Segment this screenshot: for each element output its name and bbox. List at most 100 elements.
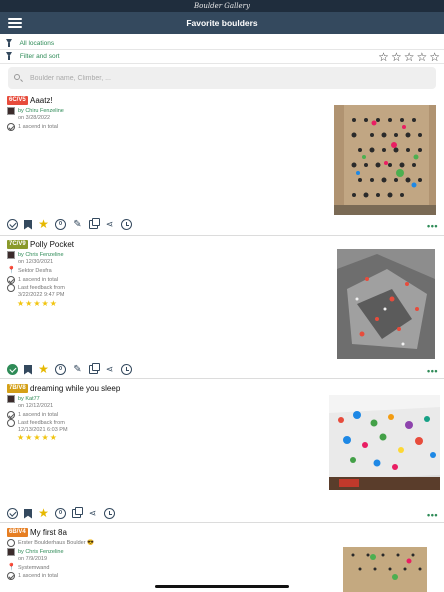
sector-row: 📍 Sektor Desfra (7, 267, 52, 276)
avatar (7, 107, 15, 115)
action-bar: ★ 0 ⋖ (7, 507, 115, 519)
grade-badge: 7B/V8 (7, 384, 28, 393)
boulder-photo[interactable] (343, 547, 427, 592)
set-date-text: on 3/28/2022 (18, 115, 51, 121)
share-icon[interactable]: ⋖ (87, 508, 98, 519)
boulder-name: Polly Pocket (30, 240, 75, 249)
wall-image (329, 395, 440, 490)
comment-count: 0 (58, 510, 63, 516)
boulder-name: My first 8a (30, 528, 67, 537)
boulder-photo[interactable] (334, 105, 436, 215)
history-icon[interactable] (104, 508, 115, 519)
set-date: on 3/28/2022 (18, 114, 50, 123)
app-bar: Favorite boulders (0, 12, 444, 34)
boulder-card[interactable]: 6C/V5 Aaatz! by Chiru Fenzeline on 3/28/… (0, 93, 444, 236)
more-dots-icon[interactable]: ••• (427, 510, 438, 520)
filter-icon (6, 52, 12, 60)
checkmark-circle-icon[interactable] (7, 219, 18, 230)
action-bar: ★ 0 ✎ ⋖ (7, 363, 132, 375)
divider (0, 235, 444, 236)
ascents-text: 1 ascend in total (18, 124, 59, 130)
boulder-card[interactable]: 7C/V9 Polly Pocket by Chris Fenzeline on… (0, 237, 444, 379)
more-dots-icon[interactable]: ••• (427, 366, 438, 376)
checkmark-circle-icon[interactable] (7, 364, 18, 375)
pencil-icon[interactable]: ✎ (72, 364, 83, 375)
note-row: Erster Boulderhaus Boulder 😎 (7, 539, 94, 548)
boulder-card[interactable]: 7B/V8 dreaming while you sleep by Kat77 … (0, 381, 444, 523)
filter-sort-label: Filter and sort (19, 53, 60, 60)
pencil-icon[interactable]: ✎ (72, 219, 83, 230)
star-outline-icon[interactable]: ☆ (378, 51, 389, 63)
divider (0, 378, 444, 379)
star-outline-icon[interactable]: ☆ (391, 51, 402, 63)
wall-image (337, 249, 435, 359)
info-icon (7, 539, 15, 547)
action-bar: ★ 0 ✎ ⋖ (7, 218, 132, 230)
star-outline-icon[interactable]: ☆ (404, 51, 415, 63)
star-icon: ★ (49, 299, 57, 308)
filter-sort[interactable]: Filter and sort (6, 51, 60, 63)
star-outline-icon[interactable]: ☆ (429, 51, 440, 63)
star-icon: ★ (17, 433, 25, 442)
rating-stars: ★ ★ ★ ★ ★ (17, 300, 57, 308)
comment-icon[interactable]: 0 (55, 219, 66, 230)
half-star-icon[interactable]: ★ (38, 507, 49, 519)
star-icon: ★ (25, 299, 33, 308)
bookmark-icon[interactable] (24, 508, 32, 519)
checkmark-circle-icon (7, 123, 15, 131)
share-icon[interactable]: ⋖ (104, 364, 115, 375)
set-date-text: on 12/12/2021 (18, 403, 54, 409)
wall-image (343, 547, 427, 592)
boulder-photo[interactable] (329, 395, 440, 490)
search-bar[interactable] (8, 67, 436, 89)
star-icon: ★ (41, 299, 49, 308)
note-text: Erster Boulderhaus Boulder 😎 (18, 540, 94, 546)
bookmark-icon[interactable] (24, 364, 32, 375)
rating-filter[interactable]: ☆ ☆ ☆ ☆ ☆ (378, 51, 440, 63)
wall-image (334, 105, 436, 215)
checkmark-circle-icon (7, 276, 15, 284)
star-icon: ★ (33, 433, 41, 442)
avatar (7, 251, 15, 259)
divider (0, 63, 444, 64)
grade-badge: 6B/V4 (7, 528, 28, 537)
comment-icon (7, 284, 15, 292)
half-star-icon[interactable]: ★ (38, 218, 49, 230)
checkmark-circle-icon (7, 572, 15, 580)
boulder-card[interactable]: 6B/V4 My first 8a Erster Boulderhaus Bou… (0, 525, 444, 592)
checkmark-circle-icon[interactable] (7, 508, 18, 519)
boulder-name: dreaming while you sleep (30, 384, 121, 393)
page-title: Favorite boulders (186, 18, 258, 28)
history-icon[interactable] (121, 364, 132, 375)
comment-count: 0 (58, 221, 63, 227)
location-pin-icon: 📍 (7, 267, 16, 274)
comment-count: 0 (58, 366, 63, 372)
star-icon: ★ (25, 433, 33, 442)
status-bar: Boulder Gallery (0, 0, 444, 12)
star-icon: ★ (49, 433, 57, 442)
sector-text: Sektor Desfra (18, 268, 52, 274)
comment-icon[interactable]: 0 (55, 364, 66, 375)
set-date-text: on 12/30/2021 (18, 259, 54, 265)
home-indicator (155, 585, 289, 588)
avatar (7, 548, 15, 556)
comment-icon[interactable]: 0 (55, 508, 66, 519)
search-input[interactable] (30, 67, 420, 89)
copy-icon[interactable] (89, 363, 100, 374)
share-icon[interactable]: ⋖ (104, 219, 115, 230)
boulder-name: Aaatz! (30, 96, 53, 105)
set-date: on 7/9/2019 (18, 555, 47, 564)
history-icon[interactable] (121, 219, 132, 230)
copy-icon[interactable] (72, 507, 83, 518)
more-dots-icon[interactable]: ••• (427, 221, 438, 231)
ascents-row: 1 ascend in total (7, 123, 58, 132)
boulder-photo[interactable] (337, 249, 435, 359)
bookmark-icon[interactable] (24, 219, 32, 230)
ascents-row: 1 ascend in total (7, 572, 58, 581)
filter-icon (6, 39, 12, 47)
star-outline-icon[interactable]: ☆ (416, 51, 427, 63)
half-star-icon[interactable]: ★ (38, 363, 49, 375)
copy-icon[interactable] (89, 218, 100, 229)
search-icon (14, 74, 20, 80)
star-icon: ★ (41, 433, 49, 442)
